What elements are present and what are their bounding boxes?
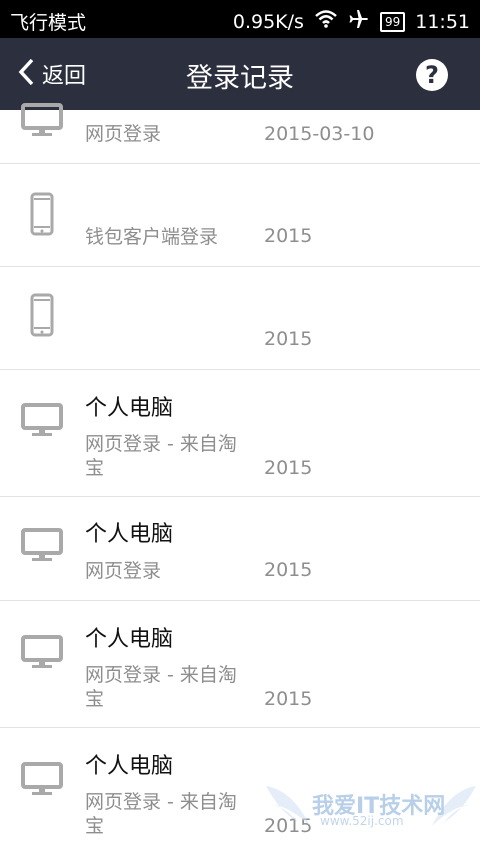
- wifi-icon: [314, 9, 338, 34]
- list-item[interactable]: 个人电脑 网页登录 2015: [0, 497, 480, 601]
- page-title: 登录记录: [186, 63, 294, 94]
- login-method: 网页登录 - 来自淘宝: [85, 664, 237, 710]
- login-method: 网页登录 - 来自淘宝: [85, 433, 237, 479]
- list-item[interactable]: 网页登录 2015-03-10: [0, 103, 480, 164]
- login-method: 网页登录: [85, 560, 162, 582]
- desktop-icon: [20, 634, 64, 674]
- login-record-list: 网页登录 2015-03-10 钱包客户端登录 2015 2015 个人电脑 网…: [0, 103, 480, 855]
- phone-icon: [30, 192, 54, 240]
- login-date: 2015: [264, 225, 313, 247]
- network-speed: 0.95K/s: [232, 10, 304, 33]
- login-date: 2015: [264, 688, 313, 710]
- airplane-icon: [348, 8, 370, 35]
- device-name: 个人电脑: [85, 754, 174, 779]
- list-item[interactable]: 个人电脑 网页登录 - 来自淘宝 2015: [0, 370, 480, 497]
- login-date: 2015: [264, 457, 313, 479]
- navigation-bar: 返回 登录记录 ?: [0, 38, 480, 110]
- list-item[interactable]: 2015: [0, 267, 480, 370]
- device-name: 个人电脑: [85, 627, 174, 652]
- login-date: 2015: [264, 559, 313, 581]
- desktop-icon: [20, 102, 64, 142]
- device-name: 个人电脑: [85, 396, 174, 421]
- phone-icon: [30, 293, 54, 341]
- help-icon[interactable]: ?: [416, 59, 448, 91]
- login-date: 2015: [264, 328, 313, 350]
- watermark-url: www.52ij.com: [320, 814, 404, 828]
- battery-icon: 99: [379, 11, 406, 32]
- clock: 11:51: [415, 10, 470, 33]
- desktop-icon: [20, 761, 64, 801]
- status-bar: 飞行模式 0.95K/s 99 11:51: [0, 0, 480, 38]
- desktop-icon: [20, 527, 64, 567]
- watermark: 我爱IT技术网 www.52ij.com: [262, 778, 480, 848]
- device-name: 个人电脑: [85, 522, 174, 547]
- airplane-mode-label: 飞行模式: [10, 12, 87, 34]
- login-date: 2015-03-10: [264, 123, 375, 145]
- login-method: 网页登录 - 来自淘宝: [85, 791, 237, 837]
- login-method: 钱包客户端登录: [85, 226, 219, 248]
- desktop-icon: [20, 402, 64, 442]
- list-item[interactable]: 个人电脑 网页登录 - 来自淘宝 2015: [0, 601, 480, 728]
- login-method: 网页登录: [85, 123, 162, 145]
- list-item[interactable]: 钱包客户端登录 2015: [0, 164, 480, 267]
- status-indicators: 0.95K/s 99 11:51: [223, 8, 470, 35]
